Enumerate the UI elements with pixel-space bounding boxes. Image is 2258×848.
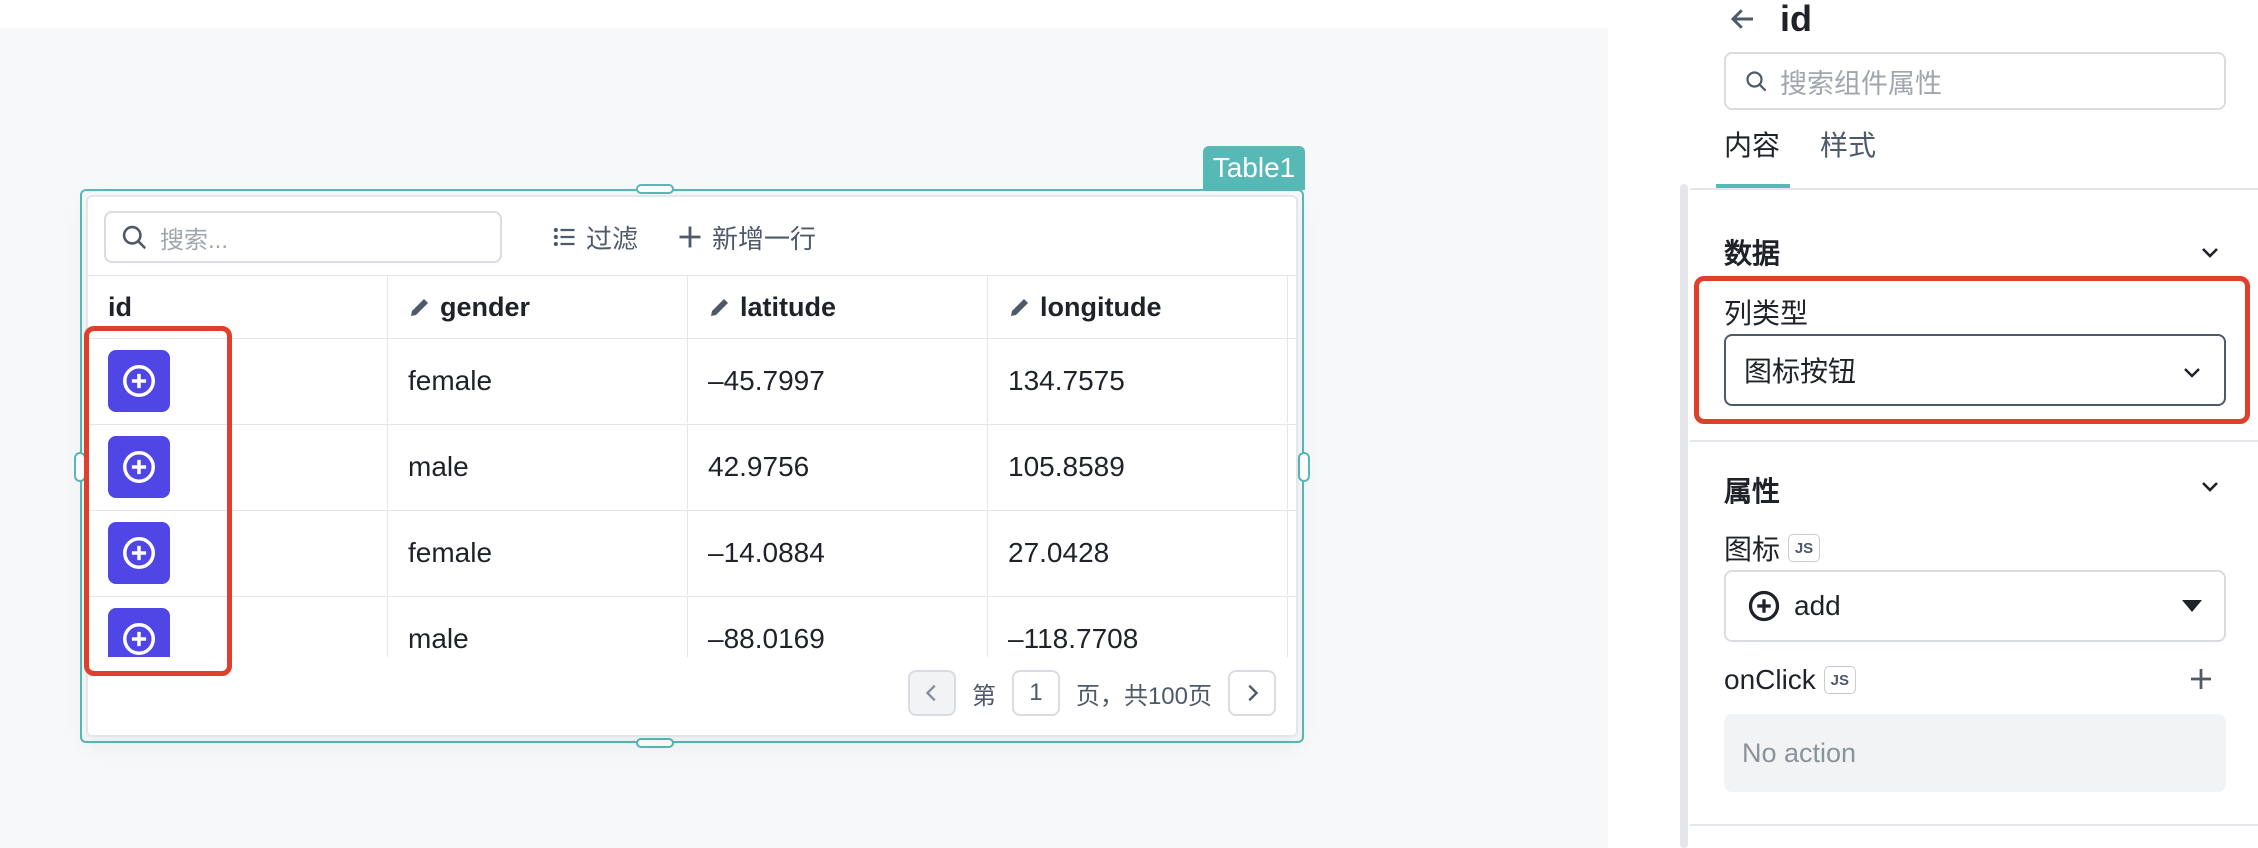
add-row-button[interactable]: 新增一行 [676,211,816,263]
onclick-field-label: onClick JS [1724,664,1856,696]
table-widget[interactable]: 搜索... 过滤 新增一行 id gender latitude longitu… [86,195,1298,737]
highlight-box-column-type [1694,276,2250,424]
add-circle-icon [1748,590,1780,622]
onclick-action-placeholder[interactable]: No action [1724,714,2226,792]
icon-field-label: 图标 JS [1724,528,1821,568]
highlight-box-id-column [84,326,232,676]
filter-button[interactable]: 过滤 [550,211,638,263]
column-header-label: longitude [1040,291,1162,322]
column-header-gender[interactable]: gender [388,276,688,338]
widget-name-tag[interactable]: Table1 [1203,146,1305,190]
pencil-icon [711,299,728,316]
plus-icon [679,226,701,248]
caret-down-icon [2182,600,2202,612]
resize-handle-bottom[interactable] [636,738,674,748]
icon-label-text: 图标 [1724,534,1781,565]
search-icon [122,225,146,249]
column-header-latitude[interactable]: latitude [688,276,988,338]
table-search-placeholder: 搜索... [160,226,229,254]
tab-content[interactable]: 内容 [1724,128,1780,164]
resize-handle-top[interactable] [636,184,674,194]
chevron-left-icon [925,684,936,702]
table-row: male 42.9756 105.8589 [88,425,1296,511]
arrow-left-icon [1730,9,1753,29]
table-cell-longitude[interactable]: 27.0428 [988,511,1288,595]
back-button[interactable] [1728,0,1758,38]
table-cell-longitude[interactable]: 105.8589 [988,425,1288,509]
page-total: 页，共100页 [1075,682,1212,710]
next-page-button[interactable] [1228,670,1276,716]
property-search-input[interactable]: 搜索组件属性 [1724,52,2226,110]
table-cell-latitude[interactable]: 42.9756 [688,425,988,509]
add-row-label: 新增一行 [712,223,817,254]
js-toggle-badge[interactable]: JS [1823,666,1856,694]
resize-handle-right[interactable] [1298,452,1310,482]
pencil-icon [411,299,428,316]
table-cell-latitude[interactable]: –14.0884 [688,511,988,595]
plus-icon[interactable] [2186,664,2216,694]
table-search-input[interactable]: 搜索... [104,211,502,263]
table-cell-longitude[interactable]: 134.7575 [988,339,1288,423]
section-title-props[interactable]: 属性 [1724,470,1780,510]
column-header-label: id [108,291,132,322]
page-number-input[interactable]: 1 [1011,670,1060,716]
table-cell-gender[interactable]: male [388,425,688,509]
table-cell-gender[interactable]: female [388,511,688,595]
onclick-label-text: onClick [1724,664,1816,695]
table-header-row: id gender latitude longitude [88,275,1296,339]
tab-divider [1690,188,2258,190]
pencil-icon [1011,299,1028,316]
page-prefix: 第 [971,682,996,710]
chevron-down-icon[interactable] [2198,240,2222,264]
section-divider [1690,440,2258,442]
property-search-placeholder: 搜索组件属性 [1780,68,1942,99]
table-row: female –14.0884 27.0428 [88,511,1296,597]
js-toggle-badge[interactable]: JS [1788,534,1821,562]
tab-style[interactable]: 样式 [1820,128,1876,164]
section-divider [1690,824,2258,826]
filter-list-icon [553,227,575,247]
chevron-down-icon[interactable] [2198,474,2222,498]
column-header-label: gender [440,291,531,322]
filter-label: 过滤 [586,223,639,254]
canvas-top-strip [0,0,1608,28]
column-header-longitude[interactable]: longitude [988,276,1288,338]
icon-select[interactable]: add [1724,570,2226,642]
panel-scrollbar[interactable] [1680,184,1688,848]
chevron-right-icon [1248,684,1259,702]
table-row: female –45.7997 134.7575 [88,339,1296,425]
column-header-label: latitude [740,291,837,322]
pagination: 第 1 页，共100页 [907,669,1276,717]
table-footer: 第 1 页，共100页 [88,657,1296,735]
section-title-data[interactable]: 数据 [1724,232,1780,272]
search-icon [1746,71,1767,92]
panel-title: id [1780,0,1812,39]
table-cell-latitude[interactable]: –45.7997 [688,339,988,423]
prev-page-button[interactable] [907,670,956,716]
icon-select-value: add [1794,590,1841,621]
table-cell-gender[interactable]: female [388,339,688,423]
